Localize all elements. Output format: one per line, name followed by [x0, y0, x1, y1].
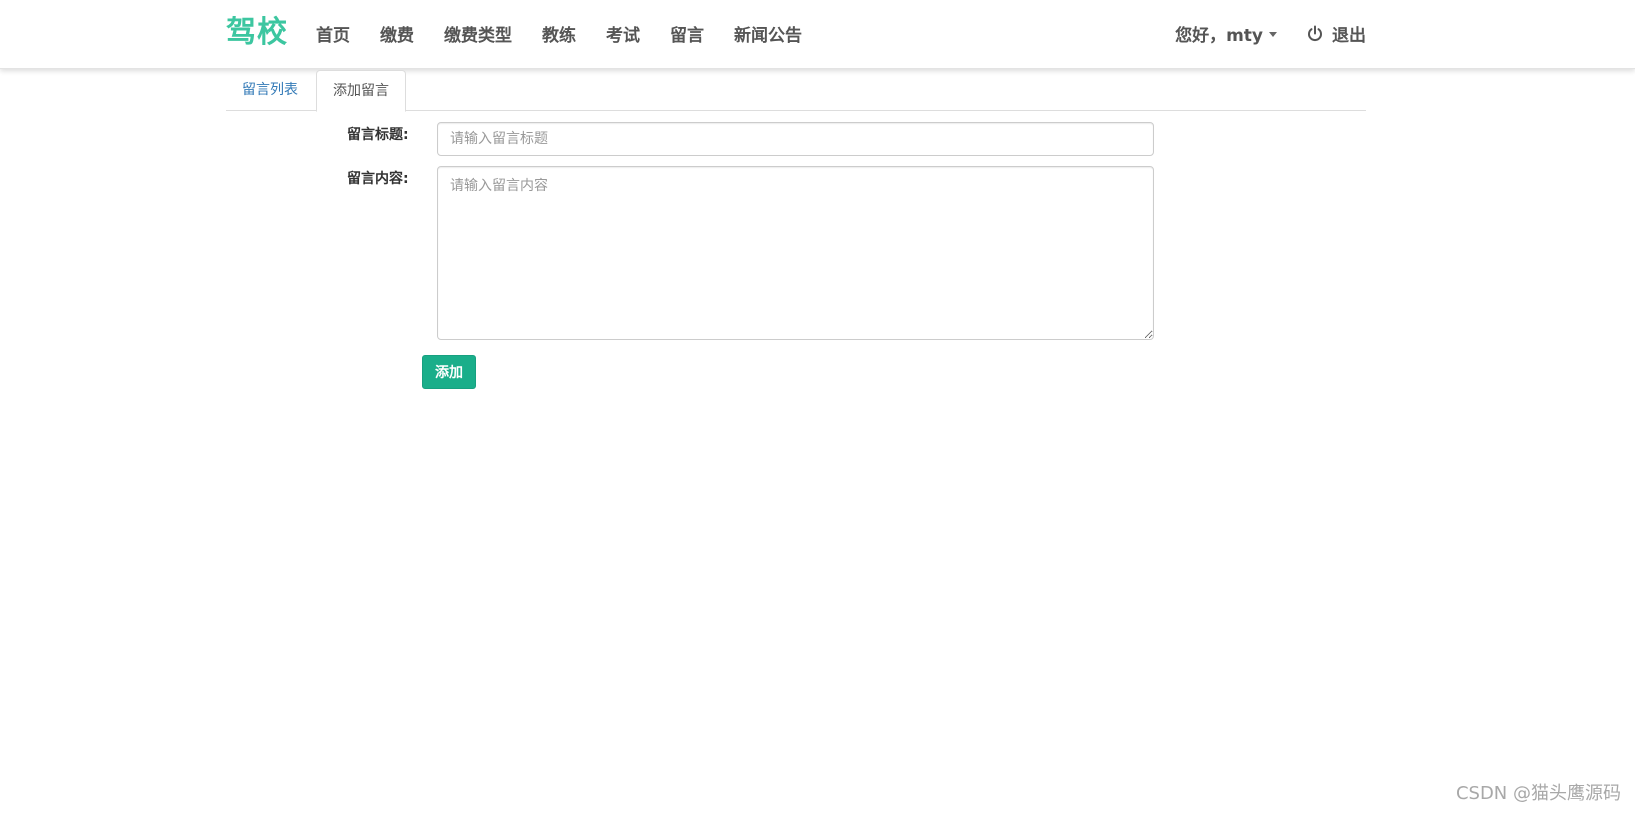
nav-item-payment-type[interactable]: 缴费类型 [444, 21, 512, 46]
caret-down-icon [1269, 32, 1277, 37]
top-navbar: 驾校 首页 缴费 缴费类型 教练 考试 留言 新闻公告 您好，mty 退出 [0, 0, 1635, 69]
tab-add-message[interactable]: 添加留言 [316, 70, 406, 112]
message-content-textarea[interactable] [437, 166, 1154, 340]
nav-right: 您好，mty 退出 [1175, 0, 1366, 67]
nav-item-exam[interactable]: 考试 [606, 21, 640, 46]
title-label: 留言标题: [347, 127, 409, 143]
power-icon [1308, 25, 1322, 41]
nav-item-message[interactable]: 留言 [670, 21, 704, 46]
user-greeting: 您好，mty [1175, 26, 1263, 46]
tab-message-list[interactable]: 留言列表 [226, 70, 314, 111]
brand-logo[interactable]: 驾校 [226, 14, 288, 52]
nav-item-news[interactable]: 新闻公告 [734, 21, 802, 46]
nav-item-home[interactable]: 首页 [316, 21, 350, 46]
message-title-input[interactable] [437, 122, 1154, 156]
logout-label: 退出 [1332, 26, 1366, 46]
logout-button[interactable]: 退出 [1307, 21, 1366, 46]
add-button[interactable]: 添加 [422, 355, 476, 389]
content-label: 留言内容: [347, 171, 409, 187]
main-nav: 首页 缴费 缴费类型 教练 考试 留言 新闻公告 [316, 0, 832, 67]
nav-item-payment[interactable]: 缴费 [380, 21, 414, 46]
watermark-text: CSDN @猫头鹰源码 [1455, 783, 1621, 804]
nav-item-coach[interactable]: 教练 [542, 21, 576, 46]
user-menu-dropdown[interactable]: 您好，mty [1175, 21, 1277, 46]
message-tabs: 留言列表 添加留言 [226, 70, 1366, 112]
